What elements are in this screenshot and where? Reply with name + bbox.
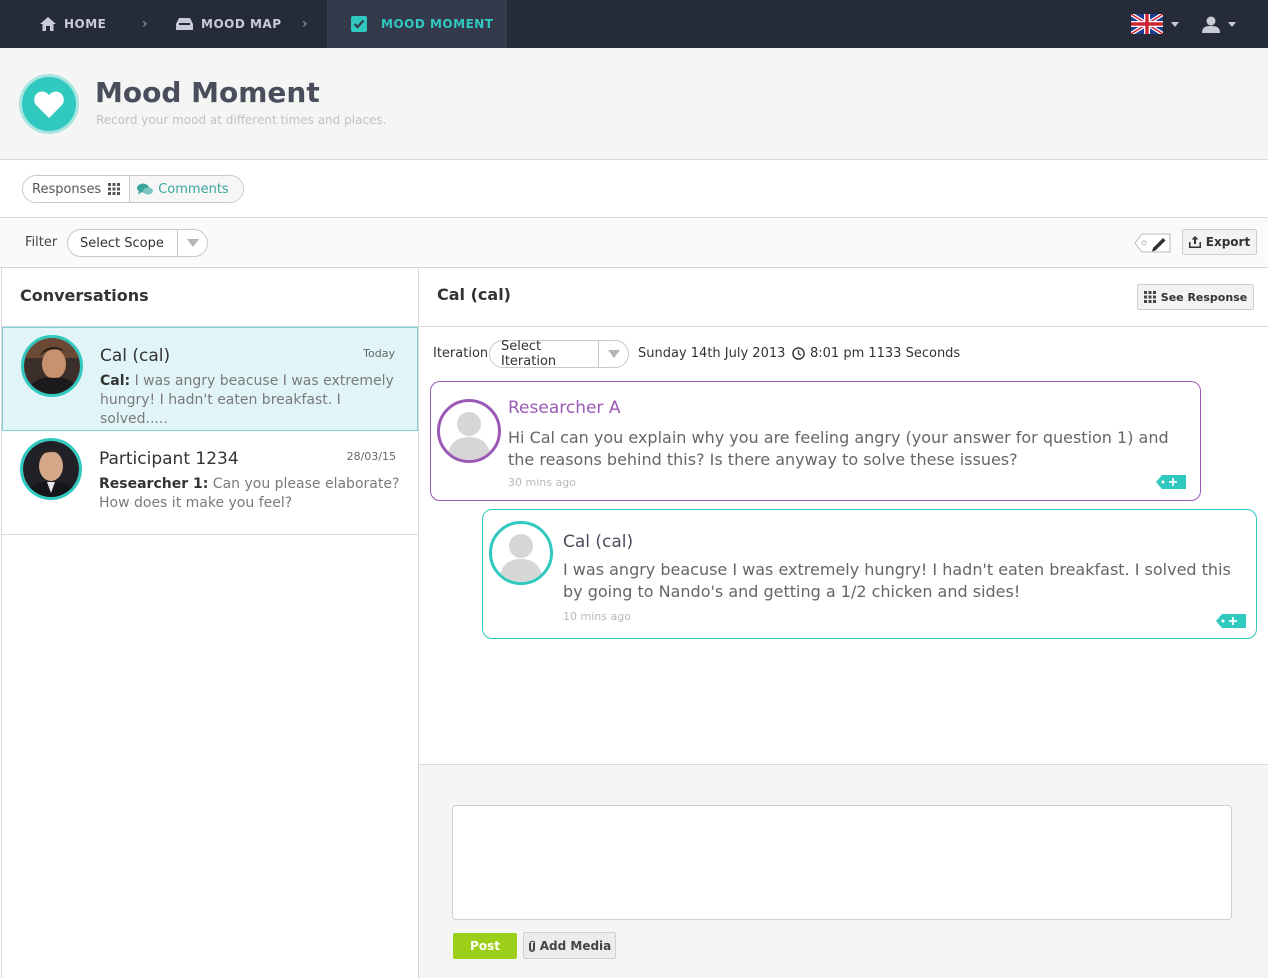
iteration-date: Sunday 14th July 2013 — [638, 346, 786, 361]
nav-mood-map[interactable]: MOOD MAP — [176, 0, 282, 48]
message-bubble-researcher: Researcher A Hi Cal can you explain why … — [430, 381, 1201, 501]
avatar-placeholder-icon — [447, 412, 491, 460]
add-tag-icon[interactable] — [1156, 475, 1186, 489]
top-nav: HOME › MOOD MAP › MOOD MOMENT — [0, 0, 1268, 48]
nav-mood-moment-label: MOOD MOMENT — [381, 17, 494, 31]
conversation-sender: Researcher 1: — [99, 476, 209, 492]
add-media-button[interactable]: Add Media — [523, 932, 616, 959]
grid-icon — [1143, 291, 1156, 303]
conversation-name: Cal (cal) — [100, 346, 171, 366]
conversations-title: Conversations — [2, 268, 418, 327]
view-tabs-bar: Responses Comments — [0, 161, 1268, 218]
add-tag-icon[interactable] — [1216, 614, 1246, 628]
uk-flag-icon — [1131, 14, 1163, 34]
iteration-select-value: Select Iteration — [501, 339, 557, 369]
home-icon — [40, 17, 56, 31]
nav-home[interactable]: HOME — [40, 0, 106, 48]
mood-moment-logo — [19, 74, 79, 134]
chevron-down-icon — [1171, 21, 1179, 27]
conversation-detail: Cal (cal) See Response Iteration Select … — [419, 268, 1268, 978]
iteration-row: Iteration Select Iteration Sunday 14th J… — [419, 339, 1268, 369]
view-tabs: Responses Comments — [22, 175, 244, 203]
conversation-item[interactable]: Cal (cal) Today Cal: I was angry beacuse… — [2, 327, 418, 431]
tab-responses-label: Responses — [32, 181, 102, 197]
avatar — [437, 399, 501, 463]
page-subtitle: Record your mood at different times and … — [96, 113, 387, 127]
scope-select-value: Select Scope — [80, 235, 164, 251]
message-author: Researcher A — [508, 398, 621, 418]
filter-label: Filter — [25, 235, 58, 250]
participant-photo-icon — [23, 441, 79, 497]
grid-icon — [108, 183, 121, 195]
message-timestamp: 30 mins ago — [508, 476, 576, 489]
filter-bar: Filter Select Scope Export — [0, 219, 1268, 268]
nav-mood-moment[interactable]: MOOD MOMENT — [327, 0, 507, 48]
message-bubble-participant: Cal (cal) I was angry beacuse I was extr… — [482, 509, 1257, 639]
chat-bubbles-icon — [137, 183, 154, 195]
conversation-date: 28/03/15 — [346, 450, 396, 463]
iteration-select[interactable]: Select Iteration — [489, 339, 629, 369]
page-header: Mood Moment Record your mood at differen… — [0, 48, 1268, 160]
user-icon — [1202, 16, 1220, 33]
paperclip-icon — [528, 940, 535, 952]
participant-photo-icon — [24, 338, 80, 394]
tab-comments[interactable]: Comments — [129, 176, 243, 202]
avatar — [489, 521, 553, 585]
tab-responses[interactable]: Responses — [23, 176, 129, 202]
user-menu[interactable] — [1202, 0, 1236, 48]
reply-textarea[interactable] — [452, 805, 1232, 920]
iteration-time: 8:01 pm 1133 Seconds — [810, 346, 961, 361]
language-switcher[interactable] — [1131, 0, 1179, 48]
scope-select[interactable]: Select Scope — [67, 229, 208, 257]
avatar — [20, 438, 82, 500]
reply-composer: Post Add Media — [419, 764, 1268, 978]
conversation-snippet: Researcher 1: Can you please elaborate? … — [99, 475, 409, 513]
breadcrumb-separator: › — [142, 16, 148, 32]
dropdown-arrow-icon — [177, 230, 207, 256]
chevron-down-icon — [1228, 21, 1236, 27]
add-media-label: Add Media — [539, 938, 612, 953]
see-response-button[interactable]: See Response — [1137, 284, 1254, 310]
tag-edit-icon[interactable] — [1134, 233, 1172, 253]
avatar-placeholder-icon — [499, 534, 543, 582]
message-text: I was angry beacuse I was extremely hung… — [563, 560, 1231, 601]
heart-icon — [34, 91, 64, 118]
conversation-name: Participant 1234 — [99, 449, 239, 469]
nav-home-label: HOME — [64, 17, 107, 31]
export-icon — [1188, 236, 1201, 248]
page-title: Mood Moment — [95, 76, 320, 109]
export-label: Export — [1205, 235, 1251, 249]
see-response-label: See Response — [1160, 290, 1248, 304]
conversation-text: I was angry beacuse I was extremely hung… — [100, 373, 394, 427]
clock-icon — [792, 347, 805, 360]
conversation-sender: Cal: — [100, 373, 131, 389]
inbox-icon — [176, 18, 193, 30]
breadcrumb-separator: › — [302, 16, 308, 32]
export-button[interactable]: Export — [1182, 229, 1257, 255]
iteration-label: Iteration — [433, 346, 489, 361]
conversations-panel: Conversations Cal (cal) Today Cal: I was… — [1, 268, 419, 978]
checkbox-checked-icon — [351, 16, 367, 32]
conversation-item[interactable]: Participant 1234 28/03/15 Researcher 1: … — [2, 431, 418, 535]
conversation-title: Cal (cal) — [437, 285, 511, 304]
conversation-date: Today — [363, 347, 395, 360]
tab-comments-label: Comments — [158, 181, 229, 197]
message-text: Hi Cal can you explain why you are feeli… — [508, 428, 1169, 469]
conversation-snippet: Cal: I was angry beacuse I was extremely… — [100, 372, 410, 429]
post-button[interactable]: Post — [453, 933, 517, 959]
dropdown-arrow-icon — [598, 341, 628, 367]
message-author: Cal (cal) — [563, 532, 634, 552]
conversation-header: Cal (cal) See Response — [419, 268, 1268, 327]
nav-mood-map-label: MOOD MAP — [201, 17, 282, 31]
avatar — [21, 335, 83, 397]
message-timestamp: 10 mins ago — [563, 610, 631, 623]
